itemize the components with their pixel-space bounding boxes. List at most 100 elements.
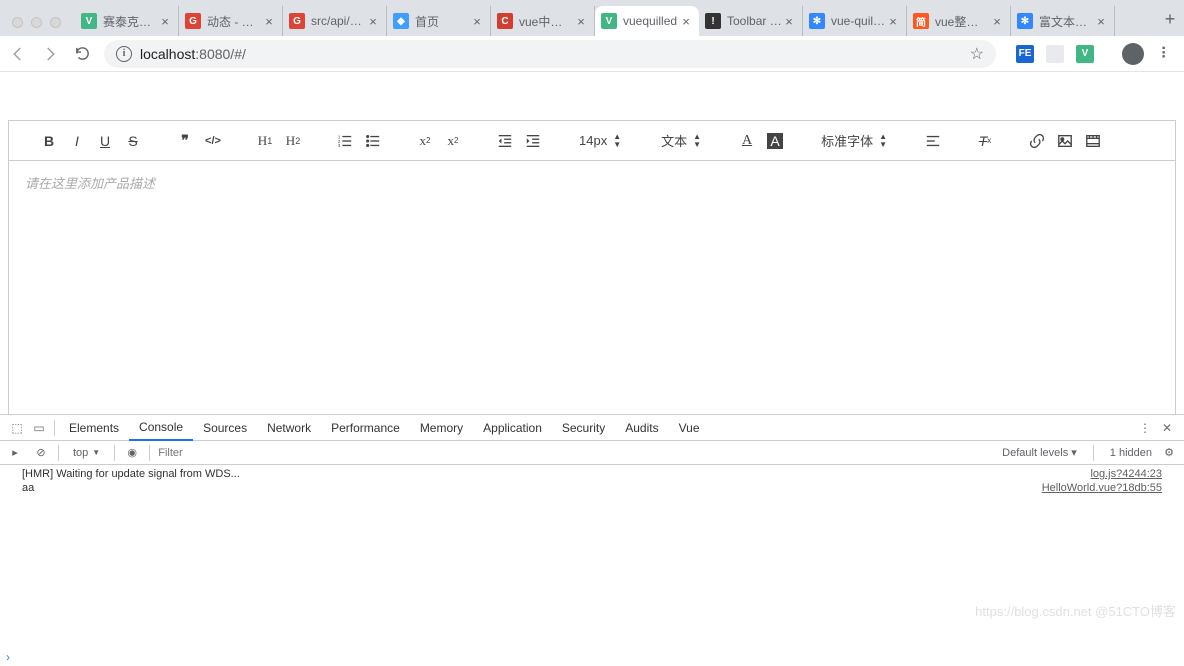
browser-tab[interactable]: Cvue中使用v×: [491, 6, 595, 36]
devtools-tab-elements[interactable]: Elements: [59, 415, 129, 441]
forward-button[interactable]: [40, 44, 60, 64]
h1-button[interactable]: H1: [253, 129, 277, 153]
url-text: localhost:8080/#/: [140, 46, 962, 62]
text-color-button[interactable]: A: [735, 129, 759, 153]
outdent-button[interactable]: [493, 129, 517, 153]
blockquote-button[interactable]: ❞: [173, 129, 197, 153]
browser-tab[interactable]: V赛泰克生物×: [75, 6, 179, 36]
tab-close-icon[interactable]: ×: [782, 14, 796, 29]
extensions-area: FE V: [1008, 45, 1102, 63]
omnibox[interactable]: i localhost:8080/#/ ☆: [104, 40, 996, 68]
context-selector[interactable]: top ▼: [67, 447, 106, 459]
underline-button[interactable]: U: [93, 129, 117, 153]
log-message: aa: [22, 482, 1042, 494]
browser-tab[interactable]: 简vue整合qu×: [907, 6, 1011, 36]
bookmark-star-icon[interactable]: ☆: [970, 44, 984, 64]
devtools-tab-vue[interactable]: Vue: [669, 415, 710, 441]
tab-close-icon[interactable]: ×: [366, 14, 380, 29]
tab-close-icon[interactable]: ×: [679, 14, 693, 29]
devtools-more-icon[interactable]: ⋮: [1134, 421, 1156, 435]
subscript-button[interactable]: x2: [413, 129, 437, 153]
tab-title: 赛泰克生物: [103, 13, 158, 30]
traffic-max[interactable]: [50, 17, 61, 28]
console-log-row: [HMR] Waiting for update signal from WDS…: [0, 467, 1184, 481]
console-log-row: aaHelloWorld.vue?18db:55: [0, 481, 1184, 495]
log-message: [HMR] Waiting for update signal from WDS…: [22, 468, 1090, 480]
bg-color-button[interactable]: A: [763, 129, 787, 153]
bullet-list-button[interactable]: [361, 129, 385, 153]
log-source-link[interactable]: HelloWorld.vue?18db:55: [1042, 482, 1162, 494]
devtools-tab-audits[interactable]: Audits: [615, 415, 668, 441]
console-settings-icon[interactable]: ⚙: [1160, 446, 1178, 459]
browser-tab[interactable]: ◆首页×: [387, 6, 491, 36]
favicon: !: [705, 13, 721, 29]
tab-close-icon[interactable]: ×: [262, 14, 276, 29]
log-levels-selector[interactable]: Default levels ▾: [1002, 446, 1077, 459]
chrome-menu-button[interactable]: ⠇: [1156, 44, 1176, 64]
favicon: ✻: [809, 13, 825, 29]
font-family-picker[interactable]: 标准字体▲▼: [815, 131, 893, 150]
favicon: C: [497, 13, 513, 29]
italic-button[interactable]: I: [65, 129, 89, 153]
header-picker[interactable]: 文本▲▼: [655, 131, 707, 150]
devtools-tab-sources[interactable]: Sources: [193, 415, 257, 441]
browser-tab[interactable]: ✻富文本编辑×: [1011, 6, 1115, 36]
browser-tab[interactable]: ✻vue-quill-e×: [803, 6, 907, 36]
extension-icon[interactable]: V: [1076, 45, 1094, 63]
strike-button[interactable]: S: [121, 129, 145, 153]
profile-avatar[interactable]: [1122, 43, 1144, 65]
video-button[interactable]: [1081, 129, 1105, 153]
console-prompt[interactable]: ›: [0, 648, 1184, 666]
devtools-tab-console[interactable]: Console: [129, 415, 193, 441]
tab-close-icon[interactable]: ×: [574, 14, 588, 29]
extension-icon[interactable]: [1046, 45, 1064, 63]
devtools-tab-performance[interactable]: Performance: [321, 415, 410, 441]
code-block-button[interactable]: </>: [201, 129, 225, 153]
devtools-tab-application[interactable]: Application: [473, 415, 552, 441]
device-toggle-icon[interactable]: ▭: [28, 421, 50, 435]
link-button[interactable]: [1025, 129, 1049, 153]
devtools-tab-security[interactable]: Security: [552, 415, 615, 441]
page-content: B I U S ❞ </> H1 H2 123 x2 x2: [0, 72, 1184, 420]
devtools-close-icon[interactable]: ✕: [1156, 421, 1178, 435]
favicon: G: [185, 13, 201, 29]
console-toggle-icon[interactable]: ▸: [6, 446, 24, 459]
log-source-link[interactable]: log.js?4244:23: [1090, 468, 1162, 480]
devtools-tab-memory[interactable]: Memory: [410, 415, 473, 441]
reload-button[interactable]: [72, 44, 92, 64]
tab-close-icon[interactable]: ×: [1094, 14, 1108, 29]
tab-close-icon[interactable]: ×: [886, 14, 900, 29]
browser-tab[interactable]: Vvuequilled×: [595, 6, 699, 36]
inspect-icon[interactable]: ⬚: [6, 421, 28, 435]
superscript-button[interactable]: x2: [441, 129, 465, 153]
traffic-min[interactable]: [31, 17, 42, 28]
browser-tab-strip: V赛泰克生物×G动态 - 柴志×Gsrc/api/bas×◆首页×Cvue中使用…: [0, 0, 1184, 36]
browser-tab[interactable]: G动态 - 柴志×: [179, 6, 283, 36]
site-info-icon[interactable]: i: [116, 46, 132, 62]
h2-button[interactable]: H2: [281, 129, 305, 153]
console-filter-input[interactable]: [158, 447, 338, 459]
editor-content[interactable]: 请在这里添加产品描述: [9, 161, 1175, 419]
live-expression-icon[interactable]: ◉: [123, 446, 141, 459]
tab-close-icon[interactable]: ×: [158, 14, 172, 29]
new-tab-button[interactable]: +: [1156, 9, 1184, 36]
hidden-count: 1 hidden: [1110, 447, 1152, 459]
font-size-picker[interactable]: 14px▲▼: [573, 133, 627, 149]
devtools-tabs: ⬚ ▭ ElementsConsoleSourcesNetworkPerform…: [0, 415, 1184, 441]
devtools-tab-network[interactable]: Network: [257, 415, 321, 441]
back-button[interactable]: [8, 44, 28, 64]
tab-close-icon[interactable]: ×: [990, 14, 1004, 29]
browser-tab[interactable]: !Toolbar Mo×: [699, 6, 803, 36]
ordered-list-button[interactable]: 123: [333, 129, 357, 153]
browser-tab[interactable]: Gsrc/api/bas×: [283, 6, 387, 36]
tab-title: 首页: [415, 13, 470, 30]
extension-icon[interactable]: FE: [1016, 45, 1034, 63]
clean-button[interactable]: Tx: [973, 129, 997, 153]
bold-button[interactable]: B: [37, 129, 61, 153]
tab-close-icon[interactable]: ×: [470, 14, 484, 29]
align-button[interactable]: [921, 129, 945, 153]
clear-console-icon[interactable]: ⊘: [32, 446, 50, 459]
traffic-close[interactable]: [12, 17, 23, 28]
indent-button[interactable]: [521, 129, 545, 153]
image-button[interactable]: [1053, 129, 1077, 153]
